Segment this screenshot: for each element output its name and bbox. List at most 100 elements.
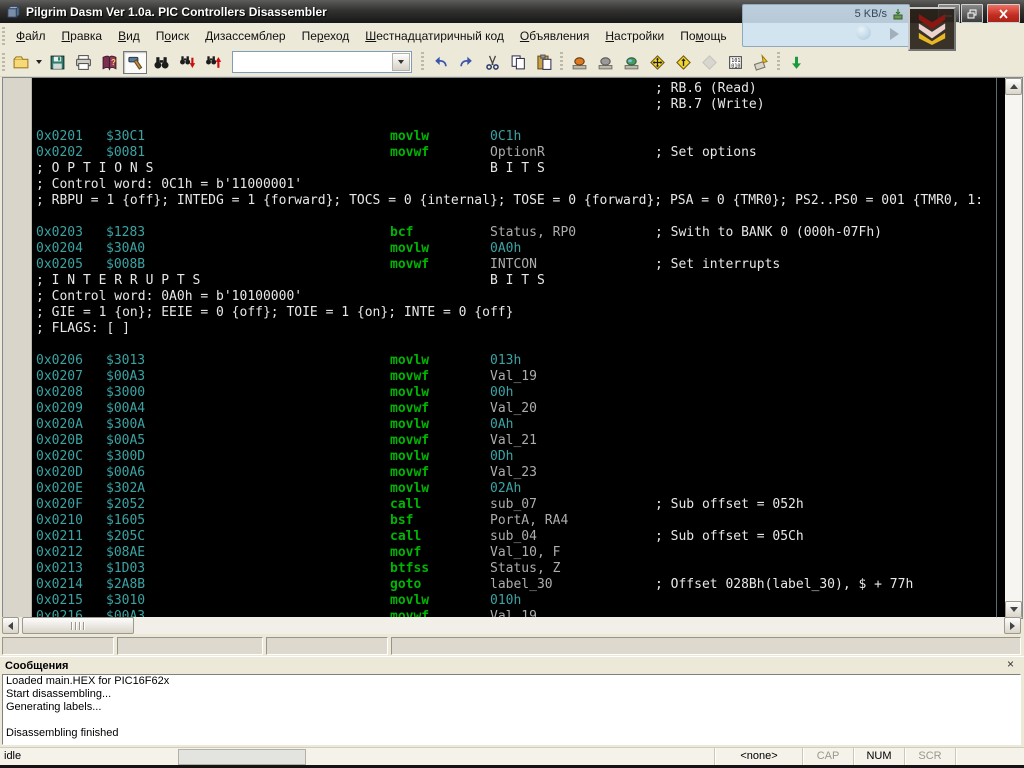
restore-button[interactable] bbox=[961, 4, 983, 23]
network-status-ball bbox=[856, 25, 871, 40]
navigate-cross-button[interactable] bbox=[645, 51, 669, 74]
help-book-button[interactable]: ? bbox=[97, 51, 121, 74]
vertical-scrollbar[interactable] bbox=[1005, 78, 1022, 618]
close-button[interactable] bbox=[987, 4, 1020, 23]
goto-bottom-button[interactable] bbox=[784, 51, 808, 74]
open-icon bbox=[13, 54, 30, 71]
close-icon bbox=[998, 9, 1009, 19]
right-margin-line bbox=[996, 78, 997, 618]
disassembly-panel: ; RB.6 (Read); RB.7 (Write)0x0201$30C1mo… bbox=[2, 77, 1023, 619]
search-combo-input[interactable] bbox=[235, 53, 395, 71]
status-segment bbox=[391, 637, 1021, 655]
app-window: Pilgrim Dasm Ver 1.0a. PIC Controllers D… bbox=[0, 0, 1024, 768]
bookmark-color-button[interactable] bbox=[619, 51, 643, 74]
binary-code-button[interactable]: 101010 bbox=[723, 51, 747, 74]
print-button[interactable] bbox=[71, 51, 95, 74]
paste-icon bbox=[536, 54, 553, 71]
bino-icon bbox=[153, 54, 170, 71]
menu-item-search[interactable]: Поиск bbox=[148, 26, 197, 46]
message-line: Start disassembling... bbox=[3, 688, 1020, 701]
code-editor[interactable]: ; RB.6 (Read); RB.7 (Write)0x0201$30C1mo… bbox=[32, 78, 1005, 618]
paste-button[interactable] bbox=[532, 51, 556, 74]
toolbar-gripper[interactable] bbox=[2, 53, 5, 71]
find-prev-button[interactable] bbox=[201, 51, 225, 74]
status-progress-box bbox=[178, 749, 306, 765]
up-arrow-icon bbox=[1010, 84, 1018, 89]
undo-icon bbox=[432, 54, 449, 71]
menu-item-file[interactable]: Файл bbox=[8, 26, 54, 46]
disassemble-hammer-button[interactable] bbox=[123, 51, 147, 74]
cut-button[interactable] bbox=[480, 51, 504, 74]
undo-button[interactable] bbox=[428, 51, 452, 74]
navigate-disabled-button bbox=[697, 51, 721, 74]
chevrons-down-icon bbox=[915, 13, 949, 45]
messages-close-button[interactable]: × bbox=[1003, 658, 1018, 672]
save-button[interactable] bbox=[45, 51, 69, 74]
save-icon bbox=[49, 54, 66, 71]
menu-item-edit[interactable]: Правка bbox=[54, 26, 111, 46]
dmove-icon bbox=[649, 54, 666, 71]
scroll-down-button[interactable] bbox=[1005, 601, 1022, 618]
navigate-up-button[interactable] bbox=[671, 51, 695, 74]
message-line bbox=[3, 714, 1020, 727]
svg-text:?: ? bbox=[110, 58, 115, 67]
stampc-icon bbox=[623, 54, 640, 71]
status-segment bbox=[117, 637, 263, 655]
search-combobox[interactable] bbox=[232, 51, 412, 73]
toolbar: ? 101010 bbox=[0, 48, 1024, 77]
status-segment bbox=[2, 637, 114, 655]
cut-icon bbox=[484, 54, 501, 71]
menubar-gripper[interactable] bbox=[2, 27, 5, 45]
redo-button[interactable] bbox=[454, 51, 478, 74]
status-caps-indicator: CAP bbox=[805, 750, 851, 762]
menu-item-disassembler[interactable]: Дизассемблер bbox=[197, 26, 294, 46]
messages-title: Сообщения bbox=[5, 660, 68, 672]
network-monitor-overlay: 5 KB/s bbox=[742, 4, 910, 47]
status-segment bbox=[266, 637, 388, 655]
helpbook-icon: ? bbox=[101, 54, 118, 71]
stampg-icon bbox=[597, 54, 614, 71]
right-arrow-icon bbox=[1010, 622, 1015, 630]
messages-list[interactable]: Loaded main.HEX for PIC16F62xStart disas… bbox=[2, 674, 1021, 745]
menu-item-help[interactable]: Помощь bbox=[672, 26, 734, 46]
scroll-left-button[interactable] bbox=[2, 617, 19, 634]
status-num-indicator: NUM bbox=[856, 750, 902, 762]
print-icon bbox=[75, 54, 92, 71]
wizard-icon bbox=[753, 54, 770, 71]
open-button[interactable] bbox=[9, 51, 33, 74]
message-line: Disassembling finished bbox=[3, 727, 1020, 740]
greendown-icon bbox=[788, 54, 805, 71]
binodown-icon bbox=[179, 54, 196, 71]
copy-button[interactable] bbox=[506, 51, 530, 74]
message-line: Generating labels... bbox=[3, 701, 1020, 714]
hammer-icon bbox=[127, 54, 144, 71]
tools-hammer-button[interactable] bbox=[749, 51, 773, 74]
horizontal-scroll-thumb[interactable] bbox=[22, 617, 134, 634]
stampo-icon bbox=[571, 54, 588, 71]
message-line: Loaded main.HEX for PIC16F62x bbox=[3, 675, 1020, 688]
redo-icon bbox=[458, 54, 475, 71]
find-next-button[interactable] bbox=[175, 51, 199, 74]
horizontal-scrollbar[interactable] bbox=[2, 617, 1021, 634]
menu-item-goto[interactable]: Переход bbox=[294, 26, 358, 46]
open-dropdown-caret[interactable] bbox=[34, 51, 44, 74]
binoup-icon bbox=[205, 54, 222, 71]
scroll-up-button[interactable] bbox=[1005, 78, 1022, 95]
binary-icon: 101010 bbox=[727, 54, 744, 71]
network-play-icon[interactable] bbox=[890, 28, 899, 40]
scroll-right-button[interactable] bbox=[1004, 617, 1021, 634]
menu-item-declarations[interactable]: Объявления bbox=[512, 26, 597, 46]
status-keymap: <none> bbox=[718, 750, 800, 762]
app-icon bbox=[6, 4, 21, 19]
bookmark-gray-button[interactable] bbox=[593, 51, 617, 74]
download-dropzone-icon[interactable] bbox=[908, 7, 956, 51]
toolbar-separator bbox=[777, 52, 780, 72]
messages-header: Сообщения × bbox=[0, 656, 1024, 674]
left-arrow-icon bbox=[8, 622, 13, 630]
menu-item-hexcode[interactable]: Шестнадцатиричный код bbox=[357, 26, 512, 46]
find-button[interactable] bbox=[149, 51, 173, 74]
menu-item-view[interactable]: Вид bbox=[110, 26, 148, 46]
combo-dropdown-button[interactable] bbox=[392, 53, 410, 71]
bookmark-orange-button[interactable] bbox=[567, 51, 591, 74]
menu-item-settings[interactable]: Настройки bbox=[597, 26, 672, 46]
